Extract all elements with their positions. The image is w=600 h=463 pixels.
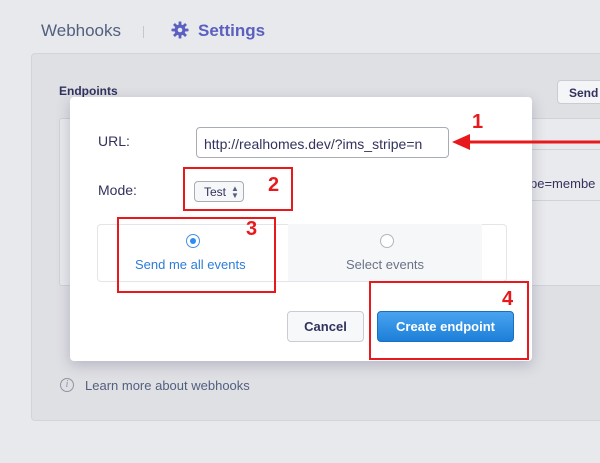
option-select-events-label[interactable]: Select events	[346, 257, 424, 272]
cancel-button[interactable]: Cancel	[287, 311, 364, 342]
table-divider	[530, 200, 600, 201]
panel-title: Endpoints	[59, 84, 118, 98]
send-test-button[interactable]: Send t	[557, 80, 600, 104]
arrow-icon	[452, 134, 600, 150]
learn-more-link[interactable]: Learn more about webhooks	[85, 378, 250, 393]
url-input[interactable]: http://realhomes.dev/?ims_stripe=n	[196, 127, 449, 158]
url-label: URL:	[98, 133, 130, 149]
gear-icon	[171, 21, 189, 39]
annotation-number: 2	[268, 174, 280, 196]
info-icon: i	[60, 378, 74, 392]
annotation-number: 3	[246, 218, 258, 240]
mode-label: Mode:	[98, 182, 137, 198]
tab-webhooks[interactable]: Webhooks	[41, 21, 121, 41]
tab-settings[interactable]: Settings	[198, 21, 265, 41]
radio-select-events[interactable]	[380, 234, 394, 248]
annotation-number: 1	[472, 111, 484, 133]
select-events-option-bg	[288, 224, 482, 281]
table-row-text: pe=membe	[530, 176, 596, 191]
annotation-number: 4	[502, 288, 514, 310]
tab-separator	[143, 26, 144, 38]
